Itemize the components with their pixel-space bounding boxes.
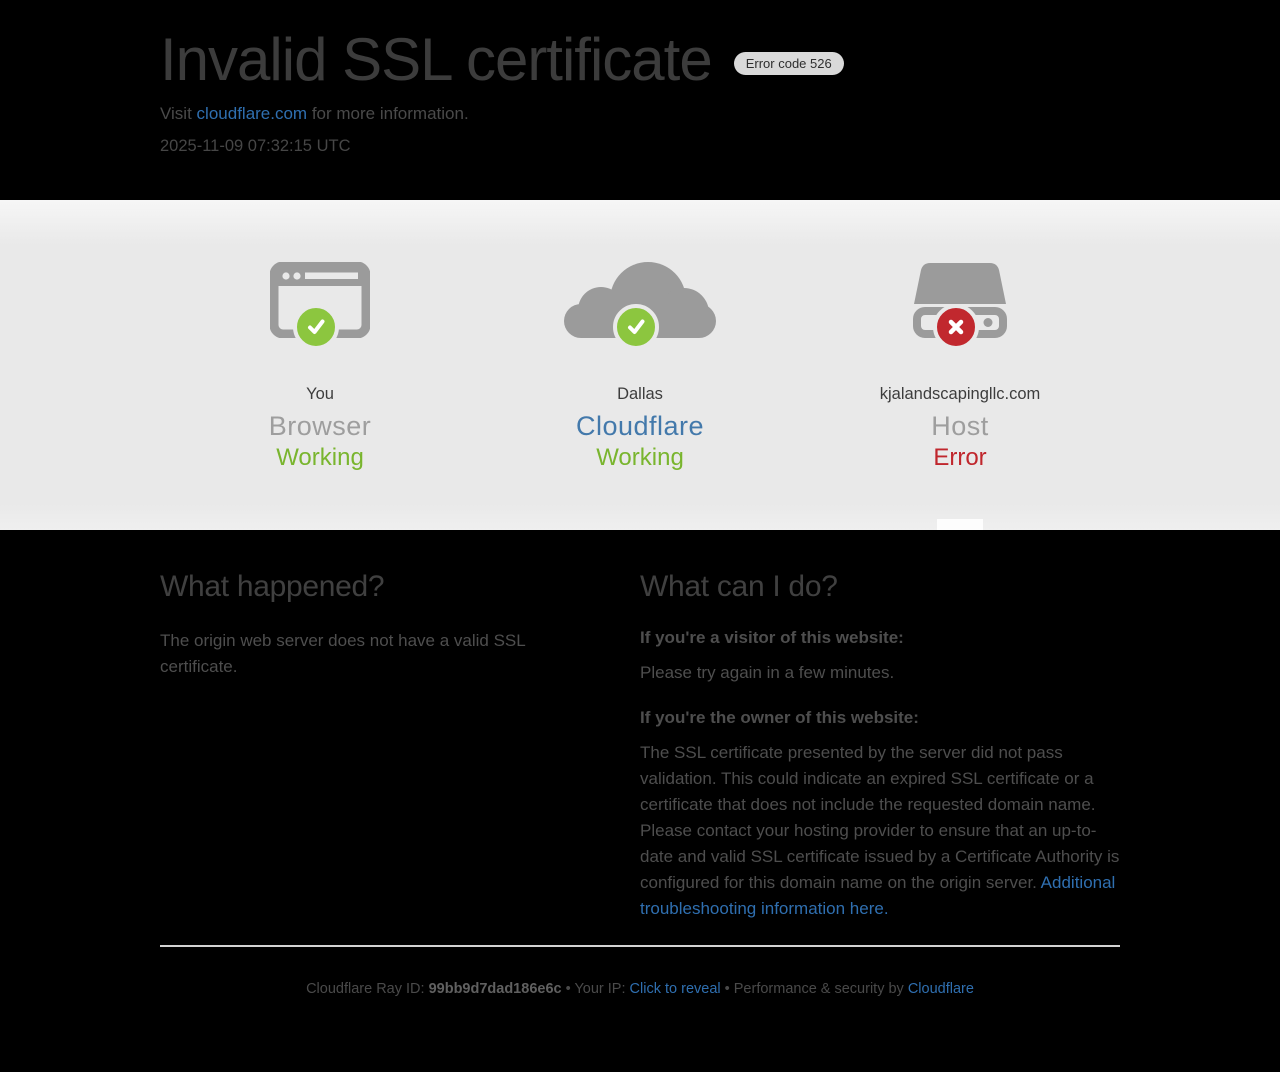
visitor-subheading: If you're a visitor of this website: <box>640 628 1120 648</box>
performance-label: Performance & security by <box>734 981 908 997</box>
status-col-cloudflare: Dallas Cloudflare Working <box>480 260 800 472</box>
separator-dot: • <box>721 981 734 997</box>
check-circle-icon <box>293 304 339 350</box>
status-label: kjalandscapingllc.com <box>800 385 1120 404</box>
ray-id-value: 99bb9d7dad186e6c <box>429 981 562 997</box>
what-happened-text: The origin web server does not have a va… <box>160 628 560 680</box>
visitor-text: Please try again in a few minutes. <box>640 660 1120 686</box>
separator-dot: • <box>562 981 575 997</box>
server-icon <box>880 260 1040 338</box>
owner-subheading: If you're the owner of this website: <box>640 708 1120 728</box>
what-happened-heading: What happened? <box>160 570 560 604</box>
status-name: Host <box>800 411 1120 442</box>
status-state: Working <box>160 444 480 472</box>
cloudflare-error-page: Invalid SSL certificate Error code 526 V… <box>0 0 1280 1072</box>
x-circle-icon <box>933 304 979 350</box>
ray-id-label: Cloudflare Ray ID: <box>306 981 429 997</box>
cloudflare-status-link[interactable]: Cloudflare <box>576 411 704 441</box>
error-code-badge: Error code 526 <box>734 52 844 75</box>
cloud-icon <box>560 260 720 338</box>
what-can-i-do-column: What can I do? If you're a visitor of th… <box>640 570 1120 922</box>
status-label: You <box>160 385 480 404</box>
what-can-i-do-heading: What can I do? <box>640 570 1120 604</box>
click-to-reveal-link[interactable]: Click to reveal <box>630 981 721 997</box>
visit-line: Visit cloudflare.com for more informatio… <box>160 104 1120 124</box>
status-state: Working <box>480 444 800 472</box>
browser-icon <box>240 260 400 338</box>
your-ip-label: Your IP: <box>574 981 629 997</box>
check-circle-icon <box>613 304 659 350</box>
cloudflare-brand-link[interactable]: Cloudflare <box>908 981 974 997</box>
visit-suffix: for more information. <box>307 104 469 123</box>
owner-text: The SSL certificate presented by the ser… <box>640 740 1120 922</box>
status-col-host: kjalandscapingllc.com Host Error <box>800 260 1120 472</box>
status-section: You Browser Working <box>0 200 1280 530</box>
timestamp: 2025-11-09 07:32:15 UTC <box>160 137 1120 156</box>
white-box-artifact <box>937 519 983 530</box>
page-title: Invalid SSL certificate <box>160 24 712 96</box>
body-section: What happened? The origin web server doe… <box>0 530 1280 1072</box>
owner-text-body: The SSL certificate presented by the ser… <box>640 743 1119 892</box>
status-col-browser: You Browser Working <box>160 260 480 472</box>
visit-prefix: Visit <box>160 104 197 123</box>
cloudflare-com-link[interactable]: cloudflare.com <box>197 104 308 123</box>
status-label: Dallas <box>480 385 800 404</box>
header: Invalid SSL certificate Error code 526 V… <box>0 0 1280 200</box>
status-name: Browser <box>160 411 480 442</box>
what-happened-column: What happened? The origin web server doe… <box>160 570 560 922</box>
footer: Cloudflare Ray ID: 99bb9d7dad186e6c • Yo… <box>160 947 1120 997</box>
status-state: Error <box>800 444 1120 472</box>
